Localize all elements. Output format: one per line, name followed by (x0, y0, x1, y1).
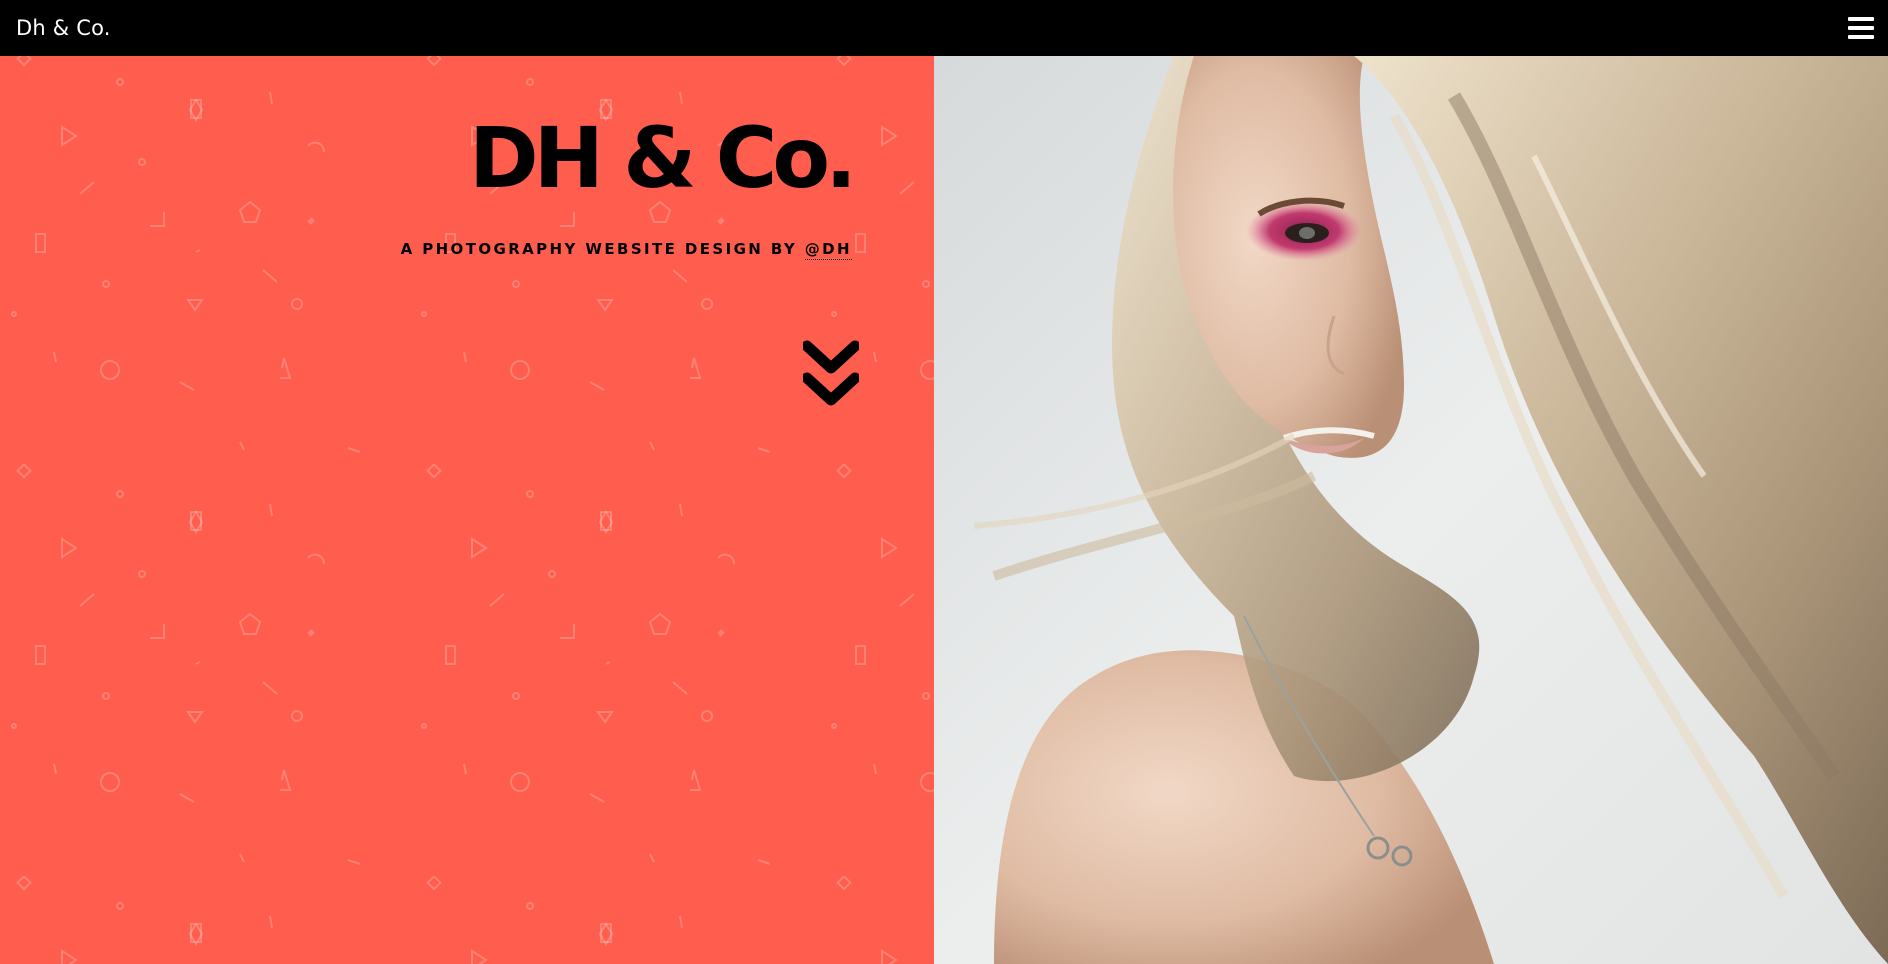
hero-panel: DH & Co. A PHOTOGRAPHY WEBSITE DESIGN BY… (0, 56, 934, 964)
hero-content: DH & Co. A PHOTOGRAPHY WEBSITE DESIGN BY… (400, 109, 857, 260)
brand-logo-link[interactable]: Dh & Co. (16, 16, 111, 40)
hero-subtitle: A PHOTOGRAPHY WEBSITE DESIGN BY @DH (400, 240, 852, 260)
hero-title: DH & Co. (468, 109, 857, 207)
portrait-photo (934, 56, 1888, 964)
hamburger-menu-icon[interactable] (1848, 17, 1874, 39)
hero-photo (934, 56, 1888, 964)
double-chevron-down-icon[interactable] (803, 338, 859, 410)
hero-subtitle-text: A PHOTOGRAPHY WEBSITE DESIGN BY (400, 240, 805, 258)
author-link[interactable]: @DH (804, 240, 852, 260)
top-navigation-bar: Dh & Co. (0, 0, 1888, 56)
